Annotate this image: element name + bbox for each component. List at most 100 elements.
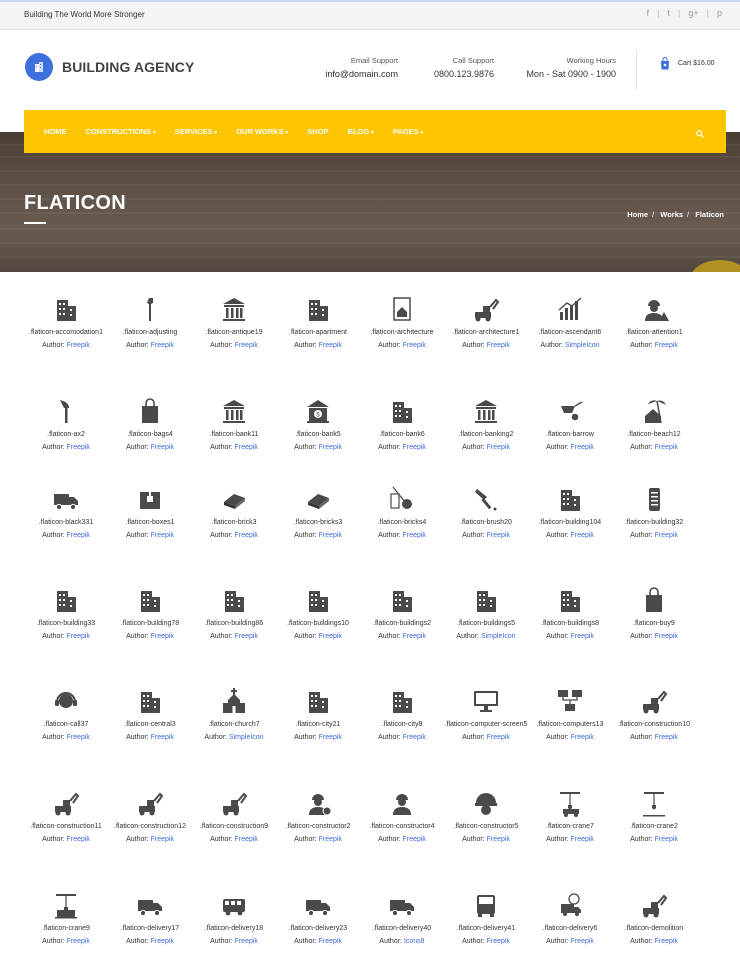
breadcrumb-works[interactable]: Works [660, 210, 683, 219]
author-link[interactable]: Freepik [151, 532, 174, 539]
cart-button[interactable]: Cart $16.00 [660, 57, 715, 70]
central-building-icon [108, 682, 192, 716]
search-icon[interactable] [696, 125, 704, 143]
icon-card: .flaticon-buildings5 Author: SimpleIcon [444, 581, 528, 643]
icon-card: .flaticon-bricks3 Author: Freepik [276, 480, 360, 542]
author-link[interactable]: Freepik [151, 836, 174, 843]
author-link[interactable]: Freepik [151, 633, 174, 640]
author-link[interactable]: Freepik [67, 532, 90, 539]
icon-author: Author: Freepik [108, 731, 192, 744]
icon-author: Author: Freepik [192, 441, 276, 454]
author-link[interactable]: Freepik [487, 342, 510, 349]
author-link[interactable]: Freepik [655, 836, 678, 843]
author-link[interactable]: Freepik [319, 633, 342, 640]
author-link[interactable]: Freepik [67, 734, 90, 741]
author-link[interactable]: Freepik [403, 532, 426, 539]
author-link[interactable]: Freepik [319, 532, 342, 539]
worker-warning-icon [612, 290, 696, 324]
icon-author: Author: Freepik [528, 441, 612, 454]
author-link[interactable]: Freepik [571, 836, 594, 843]
nav-item-blog[interactable]: BLOG ▾ [348, 127, 374, 136]
nav-item-our-works[interactable]: OUR WORKS ▾ [236, 127, 288, 136]
author-link[interactable]: Freepik [655, 532, 678, 539]
google-plus-icon[interactable]: g+ [688, 8, 698, 18]
author-link[interactable]: SimpleIcon [229, 734, 264, 741]
author-link[interactable]: Freepik [403, 734, 426, 741]
author-link[interactable]: Freepik [487, 836, 510, 843]
nav-item-home[interactable]: HOME [44, 127, 67, 136]
pinterest-icon[interactable]: p [717, 8, 722, 18]
icon-class-name: .flaticon-constructor2 [285, 823, 351, 830]
author-link[interactable]: Freepik [571, 633, 594, 640]
icon-card: .flaticon-constructor2 Author: Freepik [276, 784, 360, 846]
phone-link[interactable]: 0800.123.9876 [434, 69, 494, 79]
author-link[interactable]: Freepik [655, 734, 678, 741]
author-link[interactable]: Freepik [151, 734, 174, 741]
author-link[interactable]: Freepik [571, 532, 594, 539]
author-link[interactable]: Freepik [235, 836, 258, 843]
wrecking-ball-icon [360, 480, 444, 514]
icon-author: Author: Freepik [360, 731, 444, 744]
email-link[interactable]: info@domain.com [325, 69, 398, 79]
author-link[interactable]: Freepik [67, 836, 90, 843]
author-link[interactable]: Freepik [67, 633, 90, 640]
author-link[interactable]: Freepik [235, 938, 258, 945]
author-link[interactable]: Freepik [571, 444, 594, 451]
bricks-icon [276, 480, 360, 514]
author-link[interactable]: Freepik [403, 342, 426, 349]
author-link[interactable]: Freepik [403, 633, 426, 640]
author-link[interactable]: Freepik [571, 734, 594, 741]
author-link[interactable]: Freepik [235, 532, 258, 539]
icon-card: .flaticon-ascendant6 Author: SimpleIcon [528, 290, 612, 352]
icon-card: .flaticon-bank6 Author: Freepik [360, 392, 444, 454]
icon-card: .flaticon-delivery6 Author: Freepik [528, 886, 612, 948]
author-link[interactable]: Freepik [487, 734, 510, 741]
facebook-icon[interactable]: f [647, 8, 650, 18]
author-link[interactable]: Freepik [319, 734, 342, 741]
author-link[interactable]: Freepik [655, 342, 678, 349]
author-link[interactable]: Freepik [655, 444, 678, 451]
author-link[interactable]: Freepik [319, 938, 342, 945]
author-link[interactable]: Freepik [67, 342, 90, 349]
author-label: Author: [210, 342, 233, 349]
wheelbarrow-icon [528, 392, 612, 426]
author-link[interactable]: Freepik [151, 444, 174, 451]
nav-item-pages[interactable]: PAGES ▾ [393, 127, 423, 136]
author-link[interactable]: Freepik [319, 444, 342, 451]
author-label: Author: [630, 938, 653, 945]
icon-class-name: .flaticon-bank6 [379, 431, 425, 438]
twitter-icon[interactable]: t [668, 8, 671, 18]
author-link[interactable]: Freepik [235, 633, 258, 640]
author-link[interactable]: Freepik [571, 938, 594, 945]
author-link[interactable]: Freepik [403, 444, 426, 451]
author-link[interactable]: Freepik [319, 342, 342, 349]
breadcrumb-home[interactable]: Home [627, 210, 648, 219]
author-link[interactable]: Freepik [67, 938, 90, 945]
author-link[interactable]: Freepik [487, 532, 510, 539]
author-link[interactable]: Freepik [403, 836, 426, 843]
icon-card: .flaticon-apartment Author: Freepik [276, 290, 360, 352]
icon-author: Author: Freepik [612, 529, 696, 542]
author-link[interactable]: Freepik [655, 633, 678, 640]
author-link[interactable]: Freepik [151, 342, 174, 349]
icon-author: Author: Freepik [444, 441, 528, 454]
icon-card: .flaticon-central3 Author: Freepik [108, 682, 192, 744]
author-label: Author: [42, 633, 65, 640]
nav-item-constructions[interactable]: CONSTRUCTIONS ▾ [86, 127, 156, 136]
nav-item-services[interactable]: SERVICES ▾ [175, 127, 217, 136]
author-label: Author: [294, 734, 317, 741]
author-link[interactable]: Freepik [487, 938, 510, 945]
author-link[interactable]: SimpleIcon [481, 633, 516, 640]
author-link[interactable]: Freepik [235, 444, 258, 451]
author-link[interactable]: Freepik [319, 836, 342, 843]
author-link[interactable]: Icons8 [404, 938, 425, 945]
icon-card: .flaticon-boxes1 Author: Freepik [108, 480, 192, 542]
author-link[interactable]: Freepik [235, 342, 258, 349]
author-link[interactable]: SimpleIcon [565, 342, 600, 349]
author-link[interactable]: Freepik [67, 444, 90, 451]
site-logo[interactable]: BUILDING AGENCY [25, 53, 194, 81]
author-link[interactable]: Freepik [487, 444, 510, 451]
author-link[interactable]: Freepik [655, 938, 678, 945]
nav-item-shop[interactable]: SHOP [307, 127, 328, 136]
author-link[interactable]: Freepik [151, 938, 174, 945]
